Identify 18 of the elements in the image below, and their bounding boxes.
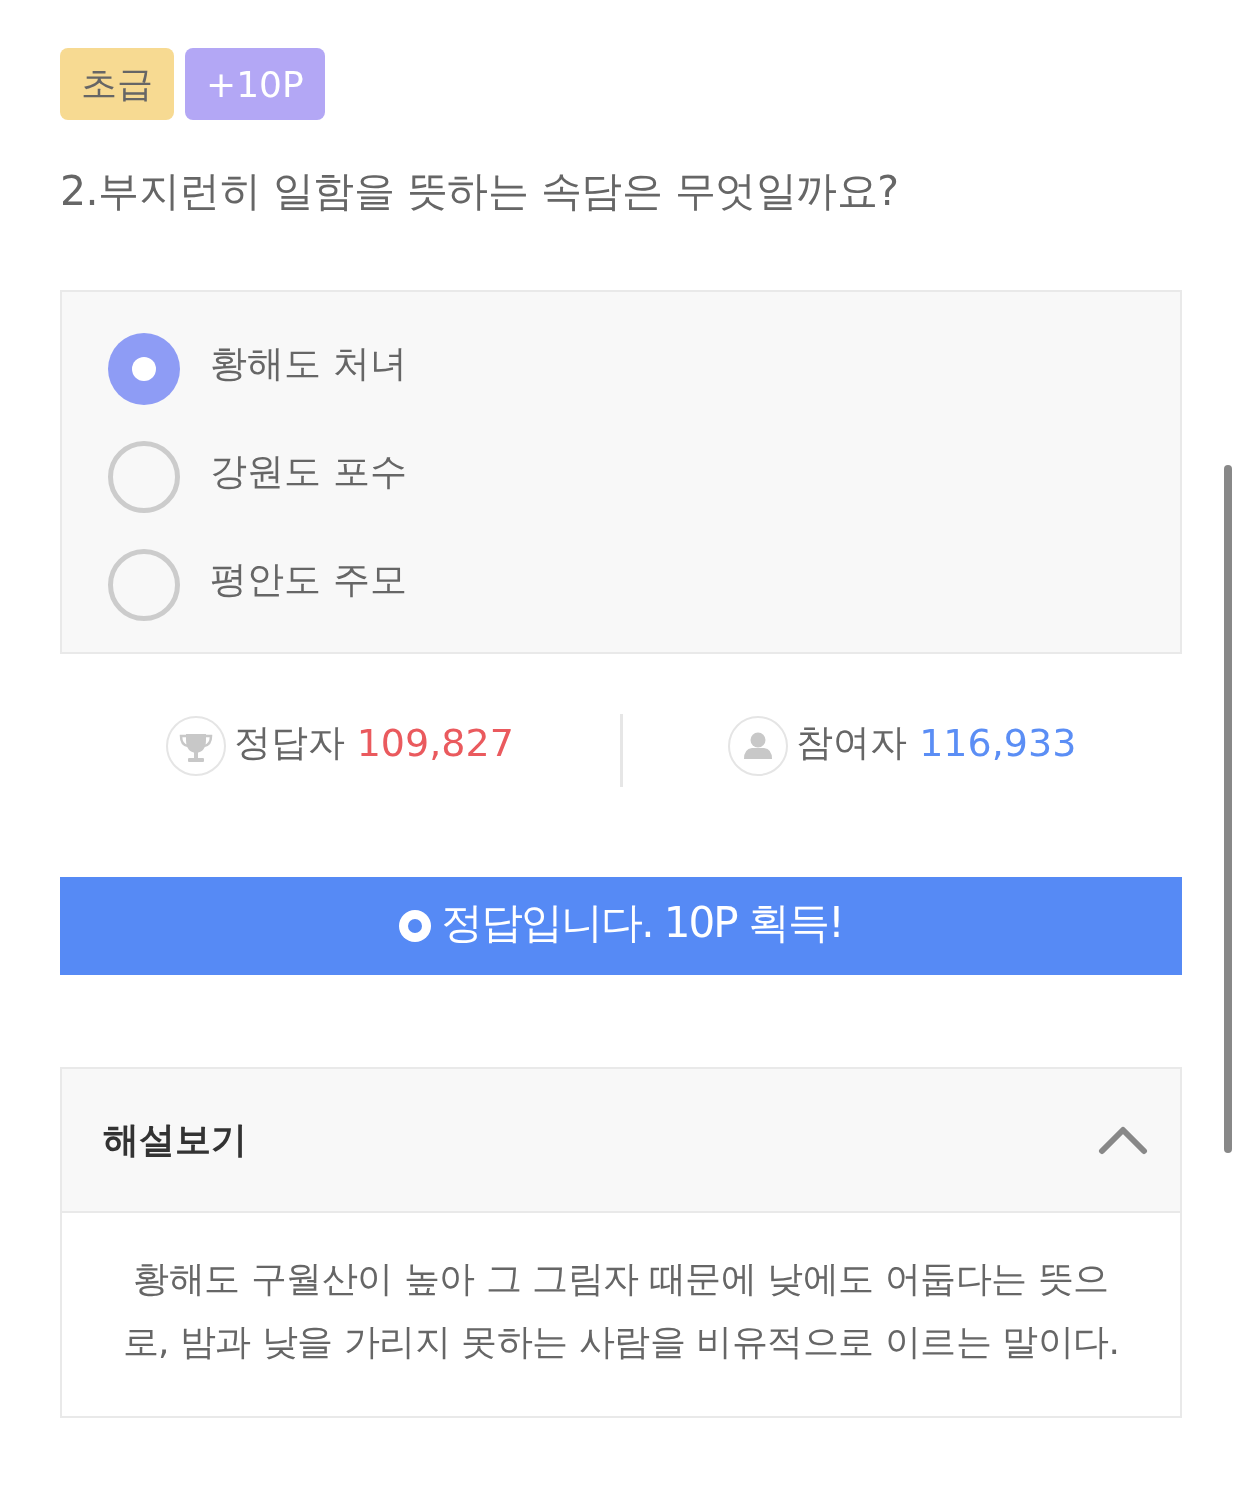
- stat-value: 116,933: [919, 720, 1077, 765]
- user-icon: [728, 715, 789, 776]
- question-text: 2.부지런히 일함을 뜻하는 속담은 무엇일까요?: [60, 166, 900, 217]
- level-badge: 초급: [60, 48, 174, 120]
- scrollbar-thumb[interactable]: [1224, 465, 1232, 1153]
- trophy-icon: [165, 715, 226, 776]
- ring-icon: [399, 910, 432, 942]
- radio-button[interactable]: [108, 441, 180, 513]
- points-badge: +10P: [185, 48, 325, 120]
- stat-label: 정답자: [233, 719, 345, 766]
- option-label[interactable]: 황해도 처녀: [210, 339, 407, 389]
- explanation-toggle[interactable]: 해설보기: [62, 1069, 1180, 1211]
- radio-button[interactable]: [108, 549, 180, 621]
- option-label[interactable]: 평안도 주모: [210, 555, 407, 605]
- stat-label: 참여자: [796, 719, 908, 766]
- result-text: 정답입니다. 10P 획득!: [441, 897, 843, 949]
- stat-value: 109,827: [356, 720, 514, 765]
- option-label[interactable]: 강원도 포수: [210, 447, 407, 497]
